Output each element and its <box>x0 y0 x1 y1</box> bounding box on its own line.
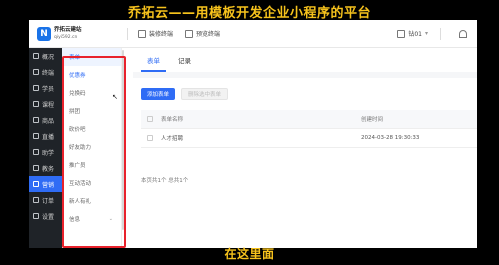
highlight-box <box>62 56 126 248</box>
brush-icon <box>138 29 146 38</box>
tab-records[interactable]: 记录 <box>172 55 197 72</box>
building-icon <box>397 29 406 38</box>
sidebar-item-label: 营销 <box>42 181 55 189</box>
decorate-terminal-label: 装修终端 <box>149 31 174 38</box>
terminal-icon <box>33 69 39 75</box>
sidebar-item-study[interactable]: 助学 <box>29 144 62 160</box>
main-content: 表单 记录 添加表单 删除选中表单 表单名称 创建时间 人才招聘 2024-03… <box>133 48 477 248</box>
top-title-banner: 乔拓云——用模板开发企业小程序的平台 <box>127 6 371 21</box>
sidebar-item-label: 教务 <box>42 165 55 173</box>
sidebar-item-courses[interactable]: 课程 <box>29 96 62 112</box>
course-icon <box>33 101 39 107</box>
add-form-button[interactable]: 添加表单 <box>141 88 176 100</box>
chevron-down-icon: ▾ <box>424 30 428 37</box>
tab-bar: 表单 记录 <box>133 48 477 72</box>
divider <box>127 27 128 40</box>
order-icon <box>33 197 39 203</box>
divider <box>440 27 441 40</box>
sidebar-item-terminal[interactable]: 终端 <box>29 64 62 80</box>
sidebar-item-label: 直播 <box>42 133 55 141</box>
sidebar-item-label: 订单 <box>42 197 55 205</box>
live-icon <box>33 133 39 139</box>
sidebar-item-label: 学员 <box>42 85 55 93</box>
student-icon <box>33 85 39 91</box>
marketing-icon <box>33 181 39 187</box>
logo-domain: qiyi592.cn <box>54 34 78 40</box>
goods-icon <box>33 117 39 123</box>
sidebar-item-label: 商品 <box>42 117 55 125</box>
account-switcher[interactable]: 钻01 ▾ <box>397 29 428 38</box>
column-header-created: 创建时间 <box>361 117 384 123</box>
top-right-area: 钻01 ▾ <box>397 27 477 40</box>
sidebar-item-orders[interactable]: 订单 <box>29 192 62 208</box>
sidebar-item-goods[interactable]: 商品 <box>29 112 62 128</box>
top-bar: N 乔拓云建站 qiyi592.cn 装修终端 预览终端 钻01 ▾ <box>29 20 477 48</box>
sidebar-item-settings[interactable]: 设置 <box>29 208 62 224</box>
row-checkbox[interactable] <box>147 135 153 141</box>
select-all-checkbox[interactable] <box>147 116 153 122</box>
preview-terminal-button[interactable]: 预览终端 <box>185 29 220 38</box>
action-buttons: 添加表单 删除选中表单 <box>141 88 234 100</box>
bottom-caption: 在这里面 <box>224 247 275 261</box>
form-list-card: 添加表单 删除选中表单 表单名称 创建时间 人才招聘 2024-03-28 19… <box>133 78 477 248</box>
sidebar-item-academic[interactable]: 教务 <box>29 160 62 176</box>
logo-name: 乔拓云建站 <box>54 26 82 33</box>
study-icon <box>33 149 39 155</box>
headset-icon[interactable] <box>459 29 467 38</box>
sidebar-item-overview[interactable]: 概况 <box>29 48 62 64</box>
settings-icon <box>33 213 39 219</box>
academic-icon <box>33 165 39 171</box>
pagination-summary: 本页共1个 总共1个 <box>141 178 189 184</box>
sidebar-item-label: 概况 <box>42 53 55 61</box>
sidebar-item-label: 终端 <box>42 69 55 77</box>
sidebar-item-label: 助学 <box>42 149 55 157</box>
form-table: 表单名称 创建时间 人才招聘 2024-03-28 19:30:33 <box>141 110 477 148</box>
table-row[interactable]: 人才招聘 2024-03-28 19:30:33 <box>141 129 477 148</box>
sidebar-item-label: 设置 <box>42 213 55 221</box>
primary-sidebar: 概况 终端 学员 课程 商品 直播 助学 教务 营销 订单 设置 <box>29 48 62 248</box>
tab-form[interactable]: 表单 <box>141 55 166 72</box>
logo-text: 乔拓云建站 qiyi592.cn <box>54 27 82 41</box>
preview-terminal-label: 预览终端 <box>196 31 221 38</box>
overview-icon <box>33 53 39 59</box>
logo-mark: N <box>37 26 51 41</box>
decorate-terminal-button[interactable]: 装修终端 <box>138 29 173 38</box>
delete-selected-button[interactable]: 删除选中表单 <box>181 88 229 100</box>
account-label: 钻01 <box>408 31 422 38</box>
logo[interactable]: N 乔拓云建站 qiyi592.cn <box>37 26 127 41</box>
sidebar-item-label: 课程 <box>42 101 55 109</box>
sidebar-item-students[interactable]: 学员 <box>29 80 62 96</box>
table-header: 表单名称 创建时间 <box>141 110 477 129</box>
preview-icon <box>185 29 194 38</box>
row-form-name: 人才招聘 <box>161 136 184 142</box>
sidebar-item-live[interactable]: 直播 <box>29 128 62 144</box>
sidebar-item-marketing[interactable]: 营销 <box>29 176 62 192</box>
column-header-name: 表单名称 <box>161 117 184 123</box>
row-created-time: 2024-03-28 19:30:33 <box>361 135 420 141</box>
video-frame: 乔拓云——用模板开发企业小程序的平台 N 乔拓云建站 qiyi592.cn 装修… <box>0 0 499 265</box>
